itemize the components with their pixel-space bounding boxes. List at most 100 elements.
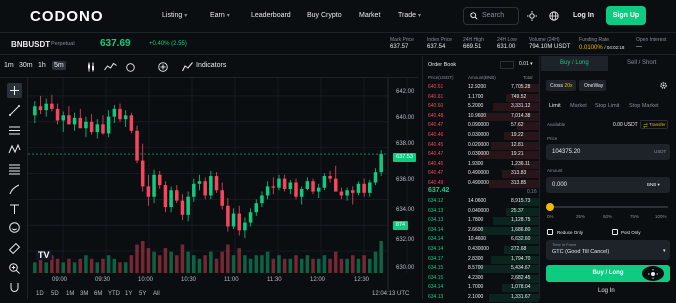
row-price: 640.61 — [428, 84, 444, 90]
candle-body — [333, 178, 338, 192]
horizontal-lines-icon[interactable] — [7, 123, 22, 138]
bid-row[interactable]: 634.14 10.4600 6,632.60 — [423, 235, 539, 245]
settings-icon[interactable] — [659, 81, 668, 90]
range-ytd[interactable]: YTD — [108, 291, 120, 297]
order-type-stop-market[interactable]: Stop Market — [629, 103, 659, 109]
ruler-icon[interactable] — [7, 241, 22, 256]
timeframe-30m[interactable]: 30m — [19, 62, 33, 69]
ask-row[interactable]: 640.47 0.090000 57.62 — [423, 121, 539, 131]
search-input[interactable]: Search — [463, 7, 519, 25]
price-chart[interactable]: 642.00 640.00 638.00 636.00 634.00 632.0… — [28, 78, 418, 290]
range-5y[interactable]: 5Y — [139, 291, 146, 297]
row-total: 1,686.80 — [511, 226, 531, 233]
row-amount: 0.030000 — [468, 132, 489, 138]
globe-icon[interactable] — [549, 11, 559, 21]
range-6m[interactable]: 6M — [94, 291, 102, 297]
amount-input[interactable]: 0.000 BNB ▾ — [546, 177, 670, 193]
order-type-stop-limit[interactable]: Stop Limit — [595, 103, 619, 109]
bid-row[interactable]: 634.15 8.5700 5,434.67 — [423, 264, 539, 274]
range-3m[interactable]: 3M — [80, 291, 88, 297]
nav-market[interactable]: Market — [359, 12, 380, 19]
brush-icon[interactable] — [7, 182, 22, 197]
price-input[interactable]: 104375.20 USDT — [546, 144, 670, 160]
bid-row[interactable]: 634.14 2.6600 1,686.80 — [423, 226, 539, 236]
transfer-button[interactable]: Transfer — [640, 120, 668, 129]
indicators-button[interactable]: Indicators — [196, 62, 226, 69]
trade-login-link[interactable]: Log In — [598, 288, 615, 294]
time-in-force-select[interactable]: Time in Force GTC (Good Till Cancel) ▾ — [546, 240, 670, 260]
candle-style-icon[interactable] — [86, 62, 96, 72]
range-1y[interactable]: 1Y — [125, 291, 132, 297]
timeframe-1m[interactable]: 1m — [4, 62, 14, 69]
tab-sell-short[interactable]: Sell / Short — [627, 60, 656, 66]
sun-icon[interactable] — [527, 11, 537, 21]
pattern-icon[interactable] — [7, 142, 22, 157]
trend-line-icon[interactable] — [7, 103, 22, 118]
slider-mark-0: 0% — [547, 214, 554, 219]
zoom-icon[interactable] — [7, 261, 22, 276]
volume-bar — [373, 251, 378, 273]
amount-unit-select[interactable]: BNB ▾ — [647, 182, 660, 188]
range-all[interactable]: All — [153, 291, 160, 297]
bid-row[interactable]: 634.14 0.430000 272.68 — [423, 245, 539, 255]
nav-buy-crypto[interactable]: Buy Crypto — [307, 12, 342, 19]
reduce-only-checkbox[interactable] — [547, 229, 553, 235]
bid-row[interactable]: 634.13 2.1000 1,331.67 — [423, 293, 539, 303]
nav-listing[interactable]: Listing ▾ — [162, 12, 187, 19]
timeframe-5m[interactable]: 5m — [52, 61, 66, 70]
ask-row[interactable]: 640.61 12.9200 7,705.28 — [423, 83, 539, 93]
amount-slider-track[interactable] — [550, 206, 668, 208]
chart-type-icon[interactable] — [104, 62, 117, 72]
nav-leaderboard[interactable]: Leaderboard — [251, 12, 291, 19]
ask-row[interactable]: 640.47 0.490000 313.83 — [423, 169, 539, 179]
candle-body — [44, 103, 48, 111]
emoji-icon[interactable] — [7, 220, 22, 235]
magnet-icon[interactable] — [7, 280, 22, 295]
range-1m[interactable]: 1M — [66, 291, 74, 297]
ask-row[interactable]: 640.46 0.030000 19.22 — [423, 131, 539, 141]
bid-row[interactable]: 634.13 1.7800 1,128.75 — [423, 216, 539, 226]
indicators-icon[interactable] — [182, 62, 193, 72]
crosshair-icon[interactable] — [7, 83, 22, 98]
logo[interactable]: CODONO — [30, 8, 104, 25]
text-icon[interactable] — [7, 202, 22, 217]
ask-row[interactable]: 640.60 5.2000 3,331.12 — [423, 102, 539, 112]
bid-row[interactable]: 634.12 14.0600 8,915.73 — [423, 197, 539, 207]
bid-row[interactable]: 634.15 4.2300 2,682.45 — [423, 274, 539, 284]
margin-mode-select[interactable]: Cross 20x — [546, 80, 576, 91]
nav-trade[interactable]: Trade ▾ — [398, 12, 421, 19]
ask-row[interactable]: 640.61 1.1700 749.52 — [423, 93, 539, 103]
fib-icon[interactable] — [7, 162, 22, 177]
add-icon[interactable] — [158, 62, 168, 72]
nav-earn[interactable]: Earn ▾ — [210, 12, 230, 19]
time-tick-label: 10:30 — [181, 277, 197, 283]
bid-row[interactable]: 634.17 2.8300 1,794.70 — [423, 255, 539, 265]
volume-bar — [78, 258, 83, 273]
book-view-toggle[interactable] — [500, 61, 514, 69]
order-type-market[interactable]: Market — [570, 103, 587, 109]
theme-toggle-button[interactable] — [642, 266, 664, 281]
ask-row[interactable]: 640.45 0.020000 12.81 — [423, 141, 539, 151]
amount-slider-handle[interactable] — [546, 203, 554, 211]
login-link[interactable]: Log In — [573, 12, 594, 19]
symbol-name[interactable]: BNBUSDT — [11, 40, 50, 49]
position-mode-select[interactable]: OneWay — [579, 80, 606, 91]
tab-buy-long[interactable]: Buy / Long — [560, 60, 589, 66]
signup-button[interactable]: Sign Up — [606, 6, 646, 25]
order-type-limit[interactable]: Limit — [549, 103, 561, 109]
volume-bar — [220, 251, 224, 273]
range-5d[interactable]: 5D — [51, 291, 59, 297]
bid-row[interactable]: 634.14 1.7000 1,078.04 — [423, 283, 539, 293]
row-total: 25.37 — [511, 207, 524, 214]
available-value: 0.00 USDT — [613, 122, 638, 128]
book-step-select[interactable]: 0.01 ▾ — [519, 61, 533, 67]
ticker-bar: BNBUSDT Perpetual 637.69 +0.40% (2.55) M… — [0, 33, 676, 55]
timeframe-1h[interactable]: 1h — [38, 62, 46, 69]
range-1d[interactable]: 1D — [36, 291, 44, 297]
ask-row[interactable]: 640.48 10.9600 7,014.38 — [423, 112, 539, 122]
ask-row[interactable]: 640.45 1.9300 1,236.11 — [423, 160, 539, 170]
post-only-checkbox[interactable] — [612, 229, 618, 235]
ask-row[interactable]: 640.47 0.030000 19.21 — [423, 150, 539, 160]
bid-row[interactable]: 634.13 0.040000 25.37 — [423, 207, 539, 217]
compare-icon[interactable] — [126, 63, 135, 72]
